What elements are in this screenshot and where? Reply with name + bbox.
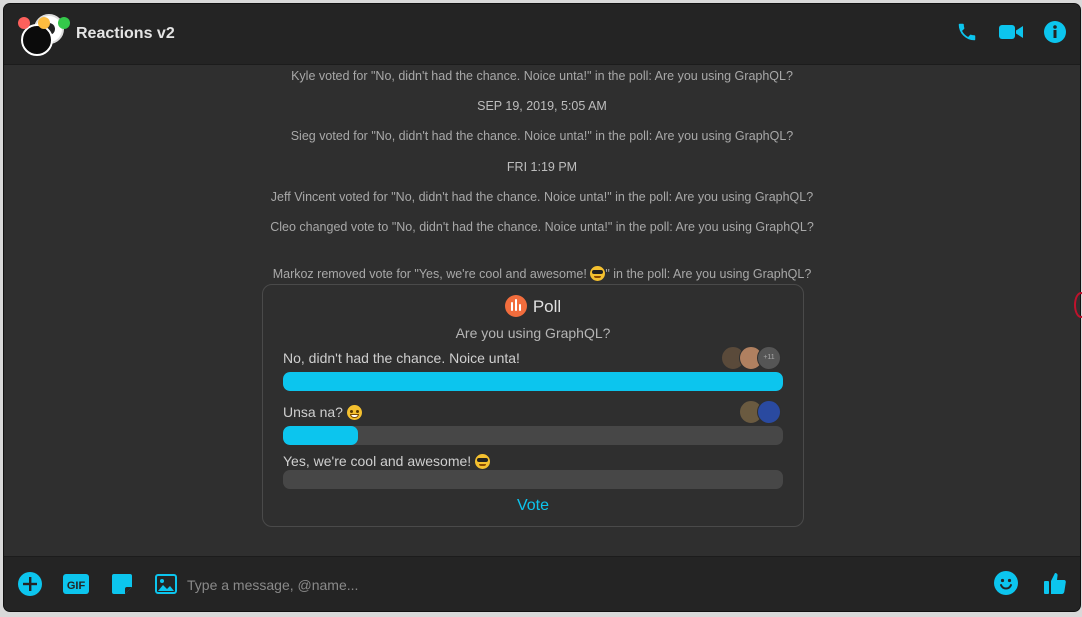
option-voters[interactable]: +11 — [721, 346, 781, 370]
minimize-window-button[interactable] — [38, 17, 50, 29]
close-window-button[interactable] — [18, 17, 30, 29]
poll-option-label[interactable]: Unsa na? — [283, 404, 362, 420]
message-input[interactable] — [185, 571, 979, 599]
poll-header: Poll — [263, 295, 803, 317]
poll-option-bar[interactable] — [283, 372, 783, 391]
vote-button[interactable]: Vote — [263, 497, 803, 515]
edge-indicator — [1074, 292, 1082, 318]
system-message: Cleo changed vote to "No, didn't had the… — [270, 220, 814, 234]
conversation-title[interactable]: Reactions v2 — [76, 25, 175, 43]
messenger-window: Reactions v2 Kyle voted for "No, didn't … — [4, 4, 1080, 611]
image-icon[interactable] — [154, 572, 178, 596]
window-controls — [18, 17, 70, 29]
composer-bar: GIF — [4, 556, 1080, 611]
poll-option-bar[interactable] — [283, 470, 783, 489]
timestamp-divider: SEP 19, 2019, 5:05 AM — [477, 99, 607, 113]
option-voters[interactable] — [739, 400, 781, 424]
conversation-header: Reactions v2 — [4, 4, 1080, 65]
sunglasses-emoji-icon — [475, 454, 491, 469]
poll-option-label[interactable]: No, didn't had the chance. Noice unta! — [283, 350, 520, 366]
poll-card: Poll Are you using GraphQL? No, didn't h… — [262, 284, 804, 527]
sunglasses-emoji-icon — [590, 266, 606, 281]
poll-icon — [504, 295, 527, 317]
gif-icon[interactable]: GIF — [62, 572, 90, 596]
video-camera-icon[interactable] — [998, 22, 1024, 42]
timestamp-divider: FRI 1:19 PM — [506, 160, 578, 174]
message-list[interactable]: Kyle voted for "No, didn't had the chanc… — [4, 65, 1080, 557]
system-message: Jeff Vincent voted for "No, didn't had t… — [270, 190, 814, 204]
poll-heading: Poll — [532, 297, 562, 316]
info-icon[interactable] — [1044, 21, 1066, 43]
emoji-icon[interactable] — [994, 571, 1018, 600]
system-message: Markoz removed vote for "Yes, we're cool… — [272, 266, 812, 281]
grinning-sweat-emoji-icon — [346, 405, 362, 420]
system-message: Sieg voted for "No, didn't had the chanc… — [290, 129, 794, 143]
poll-option-bar[interactable] — [283, 426, 783, 445]
poll-option-label[interactable]: Yes, we're cool and awesome! — [283, 453, 491, 469]
add-icon[interactable] — [18, 572, 42, 596]
phone-icon[interactable] — [956, 21, 978, 43]
gif-label: GIF — [67, 580, 86, 592]
avatar[interactable] — [757, 400, 781, 424]
maximize-window-button[interactable] — [58, 17, 70, 29]
thumbs-up-icon[interactable] — [1042, 570, 1068, 601]
system-message: Kyle voted for "No, didn't had the chanc… — [291, 69, 793, 83]
sticker-icon[interactable] — [110, 572, 134, 596]
poll-question: Are you using GraphQL? — [455, 325, 611, 341]
more-voters-badge[interactable]: +11 — [757, 346, 781, 370]
